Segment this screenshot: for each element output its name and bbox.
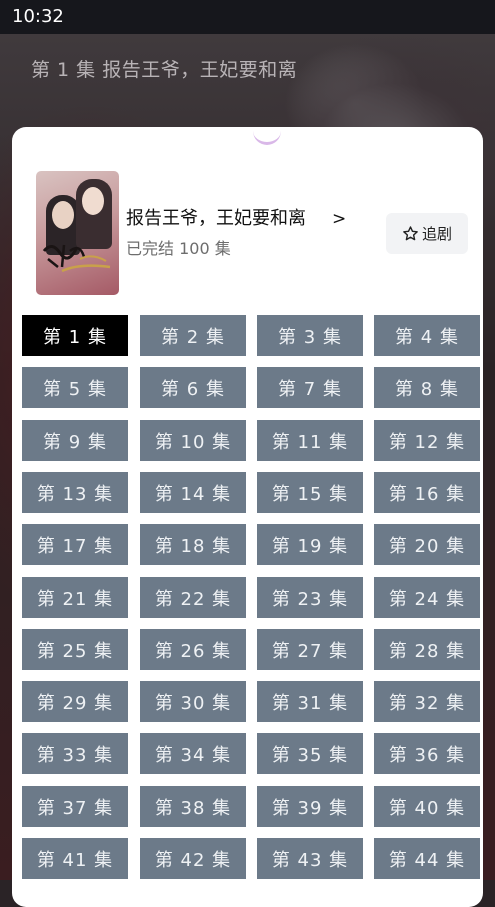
episode-button[interactable]: 第 33 集 (22, 733, 128, 774)
episode-button[interactable]: 第 10 集 (140, 420, 246, 461)
current-episode-title: 第 1 集 报告王爷，王妃要和离 (31, 59, 298, 81)
episode-button[interactable]: 第 17 集 (22, 524, 128, 565)
episode-button[interactable]: 第 23 集 (257, 577, 363, 618)
poster-face-left (52, 201, 74, 229)
episode-button[interactable]: 第 26 集 (140, 629, 246, 670)
episode-button[interactable]: 第 18 集 (140, 524, 246, 565)
drama-status: 已完结 100 集 (126, 239, 231, 258)
drama-poster[interactable] (36, 171, 119, 295)
status-time: 10:32 (12, 6, 64, 27)
episode-button[interactable]: 第 20 集 (374, 524, 480, 565)
episode-button[interactable]: 第 22 集 (140, 577, 246, 618)
poster-calligraphy-art (42, 244, 111, 273)
episode-button[interactable]: 第 31 集 (257, 681, 363, 722)
episode-button[interactable]: 第 11 集 (257, 420, 363, 461)
episode-button[interactable]: 第 5 集 (22, 367, 128, 408)
episode-button[interactable]: 第 38 集 (140, 786, 246, 827)
chevron-right-icon[interactable]: > (332, 205, 346, 233)
episode-button[interactable]: 第 15 集 (257, 472, 363, 513)
episode-button[interactable]: 第 2 集 (140, 315, 246, 356)
episode-button[interactable]: 第 24 集 (374, 577, 480, 618)
episode-button[interactable]: 第 16 集 (374, 472, 480, 513)
episode-button[interactable]: 第 27 集 (257, 629, 363, 670)
episode-button[interactable]: 第 34 集 (140, 733, 246, 774)
episode-button[interactable]: 第 42 集 (140, 838, 246, 879)
episode-button[interactable]: 第 13 集 (22, 472, 128, 513)
episode-button[interactable]: 第 44 集 (374, 838, 480, 879)
episode-button[interactable]: 第 30 集 (140, 681, 246, 722)
episode-button[interactable]: 第 19 集 (257, 524, 363, 565)
drama-title[interactable]: 报告王爷，王妃要和离 (126, 205, 306, 233)
episode-selector-sheet: 报告王爷，王妃要和离 > 已完结 100 集 追剧 第 1 集第 2 集第 3 … (12, 127, 483, 907)
status-bar: 10:32 (0, 0, 495, 34)
follow-drama-button[interactable]: 追剧 (386, 213, 468, 254)
episode-button[interactable]: 第 8 集 (374, 367, 480, 408)
episode-button[interactable]: 第 40 集 (374, 786, 480, 827)
star-outline-icon (403, 226, 418, 241)
episode-button[interactable]: 第 4 集 (374, 315, 480, 356)
episode-button[interactable]: 第 12 集 (374, 420, 480, 461)
episode-button[interactable]: 第 43 集 (257, 838, 363, 879)
episode-button[interactable]: 第 3 集 (257, 315, 363, 356)
follow-button-label: 追剧 (421, 225, 452, 243)
episode-button[interactable]: 第 32 集 (374, 681, 480, 722)
episode-button[interactable]: 第 25 集 (22, 629, 128, 670)
episode-button[interactable]: 第 29 集 (22, 681, 128, 722)
episode-button[interactable]: 第 39 集 (257, 786, 363, 827)
episode-button[interactable]: 第 1 集 (22, 315, 128, 356)
episode-button[interactable]: 第 36 集 (374, 733, 480, 774)
poster-face-right (82, 187, 104, 215)
episode-button[interactable]: 第 6 集 (140, 367, 246, 408)
episode-button[interactable]: 第 14 集 (140, 472, 246, 513)
episode-button[interactable]: 第 7 集 (257, 367, 363, 408)
episode-button[interactable]: 第 41 集 (22, 838, 128, 879)
episode-button[interactable]: 第 28 集 (374, 629, 480, 670)
episode-button[interactable]: 第 9 集 (22, 420, 128, 461)
episode-button[interactable]: 第 35 集 (257, 733, 363, 774)
drag-handle[interactable] (253, 131, 281, 145)
episode-button[interactable]: 第 21 集 (22, 577, 128, 618)
episode-button[interactable]: 第 37 集 (22, 786, 128, 827)
